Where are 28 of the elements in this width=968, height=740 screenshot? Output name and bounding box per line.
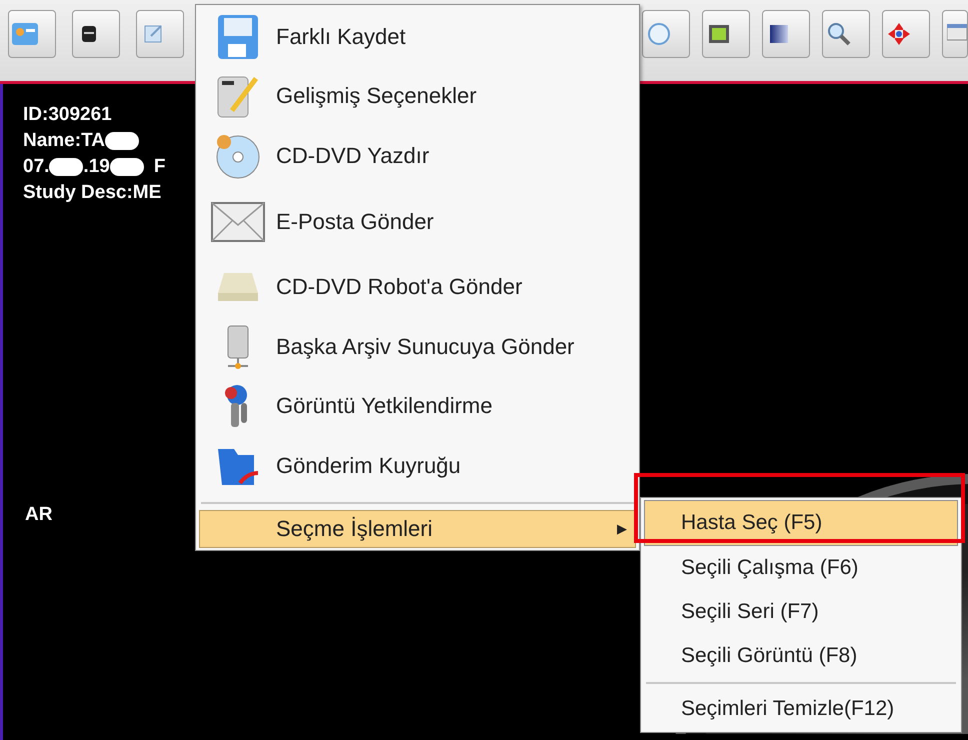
patient-sex: F [154, 156, 166, 178]
toolbar-button[interactable] [72, 10, 120, 58]
birth-date-part: .19 [83, 156, 110, 178]
patient-name: Name:TA [23, 130, 105, 152]
redaction-mark [105, 132, 139, 150]
menu-item[interactable]: Seçili Görüntü (F8) [644, 634, 958, 678]
patient-id: ID:309261 [23, 104, 113, 126]
redaction-mark [110, 158, 144, 176]
menu-item[interactable]: Hasta Seç (F5) [644, 500, 958, 546]
drive-icon [218, 273, 258, 302]
study-description: Study Desc:ME [23, 182, 162, 204]
toolbar-button[interactable] [762, 10, 810, 58]
birth-date-part: 07. [23, 156, 50, 178]
submenu-arrow: ▶ [617, 520, 628, 536]
orientation-label: AR [25, 504, 52, 526]
menu-item[interactable]: Seçili Seri (F7) [644, 590, 958, 634]
menu-item[interactable]: Başka Arşiv Sunucuya Gönder [199, 317, 636, 376]
menu-item[interactable]: Seçme İşlemleri ▶ [199, 510, 636, 548]
menu-item[interactable]: Görüntü Yetkilendirme [199, 376, 636, 436]
menu-item[interactable]: Seçili Çalışma (F6) [644, 546, 958, 590]
redaction-mark [49, 158, 84, 176]
menu-item[interactable]: Gelişmiş Seçenekler [199, 66, 636, 126]
menu-item[interactable]: CD-DVD Yazdır [199, 126, 636, 186]
menu-item[interactable]: E-Posta Gönder [199, 186, 636, 258]
menu-item[interactable]: Gönderim Kuyruğu [199, 436, 636, 496]
menu-item[interactable]: Seçimleri Temizle(F12) [644, 688, 958, 730]
menu-item[interactable]: CD-DVD Robot'a Gönder [199, 258, 636, 317]
toolbar-button[interactable] [702, 10, 750, 58]
